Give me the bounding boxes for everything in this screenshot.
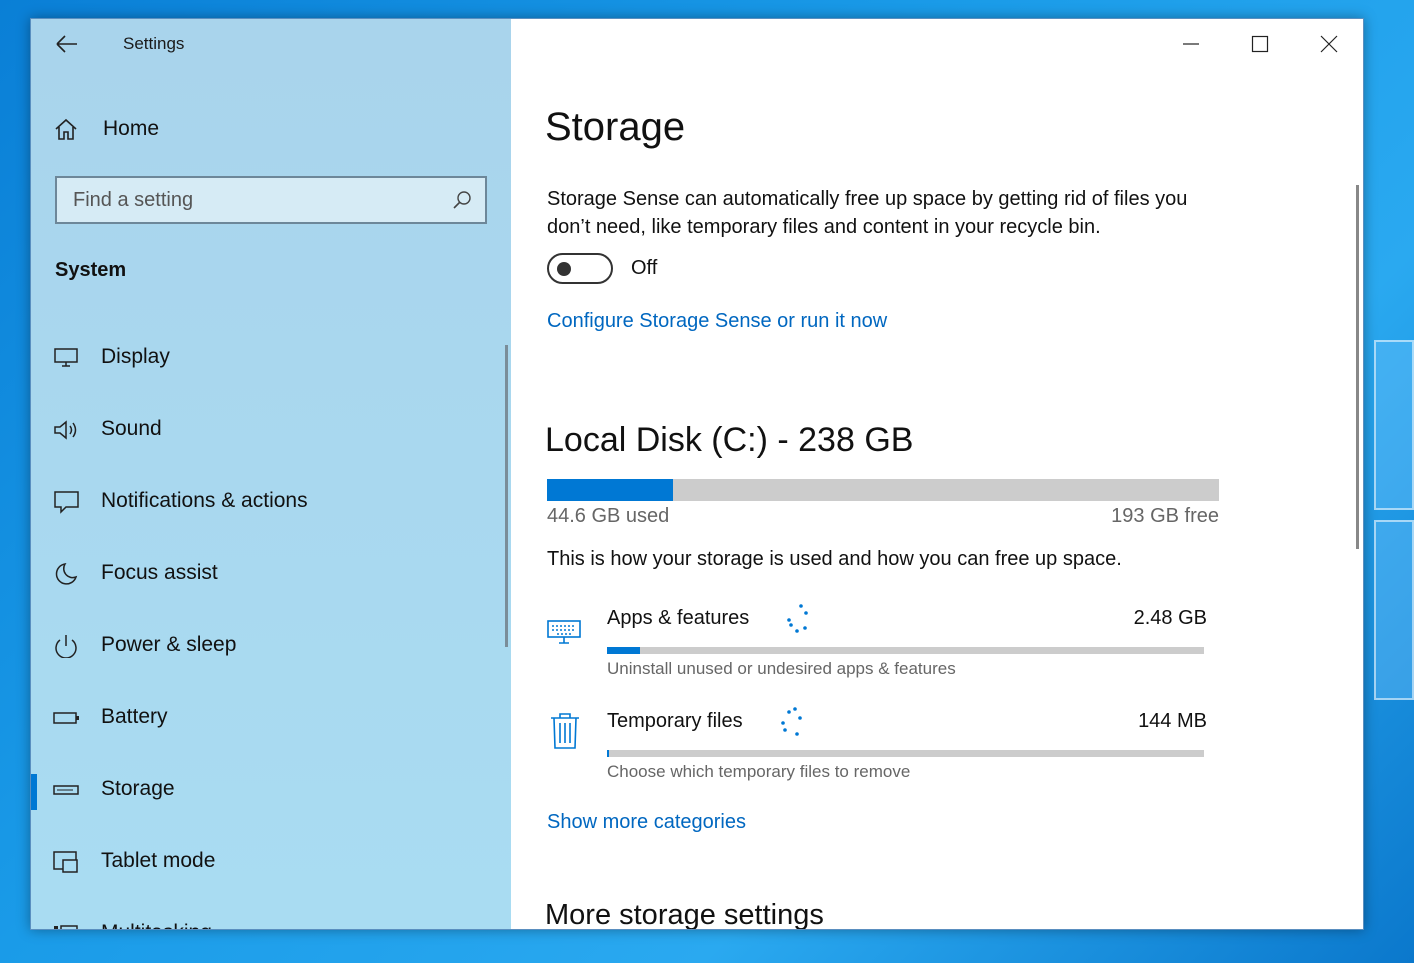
category-apps-features[interactable]: Apps & features 2.48 GB Uninstall unused… (547, 604, 1207, 697)
disk-used-label: 44.6 GB used (547, 505, 670, 527)
battery-icon (53, 712, 79, 724)
category-description: Choose which temporary files to remove (607, 762, 911, 781)
category-name: Apps & features (607, 607, 750, 629)
app-title: Settings (123, 34, 185, 53)
section-heading: System (55, 259, 127, 281)
more-storage-settings-heading: More storage settings (545, 899, 824, 930)
home-label: Home (103, 117, 160, 140)
search-input[interactable] (57, 188, 437, 212)
message-icon (54, 491, 79, 514)
sidebar-item-battery[interactable]: Battery (31, 682, 511, 754)
sidebar-item-label: Sound (101, 417, 162, 440)
power-icon (55, 635, 77, 658)
home-icon (55, 118, 77, 140)
search-box[interactable] (55, 176, 487, 224)
category-usage-bar (607, 750, 1204, 757)
content-scrollbar[interactable] (1356, 185, 1359, 549)
category-description: Uninstall unused or undesired apps & fea… (607, 659, 956, 678)
sidebar-item-label: Storage (101, 777, 175, 800)
sidebar-item-label: Battery (101, 705, 168, 728)
disk-free-label: 193 GB free (1111, 505, 1219, 527)
category-size: 2.48 GB (1133, 607, 1207, 629)
drive-icon (53, 785, 79, 795)
close-icon (1320, 35, 1337, 53)
selection-indicator (31, 774, 37, 810)
storage-sense-description: Storage Sense can automatically free up … (547, 188, 1188, 238)
sidebar-item-label: Notifications & actions (101, 489, 308, 512)
configure-storage-sense-link[interactable]: Configure Storage Sense or run it now (547, 310, 887, 333)
sidebar-scrollbar[interactable] (505, 345, 508, 647)
category-temporary-files[interactable]: Temporary files 144 MB Choose which temp… (547, 707, 1207, 800)
usage-description: This is how your storage is used and how… (547, 548, 1122, 570)
loading-spinner-icon (787, 604, 808, 633)
monitor-icon (54, 348, 78, 367)
sidebar-item-label: Multitasking (101, 921, 212, 929)
sidebar-item-tablet-mode[interactable]: Tablet mode (31, 826, 511, 898)
sidebar-item-power-sleep[interactable]: Power & sleep (31, 610, 511, 682)
maximize-button[interactable] (1225, 19, 1294, 69)
trash-icon (551, 713, 579, 749)
category-size: 144 MB (1138, 710, 1207, 732)
search-icon[interactable] (451, 189, 473, 211)
minimize-icon (1182, 43, 1199, 45)
category-name: Temporary files (607, 710, 743, 732)
storage-sense-toggle[interactable] (547, 253, 613, 284)
sidebar-item-label: Focus assist (101, 561, 218, 584)
settings-window: Settings Home System Display Sound (30, 18, 1364, 930)
minimize-button[interactable] (1156, 19, 1225, 69)
toggle-state-label: Off (631, 257, 658, 279)
category-usage-fill (607, 647, 640, 654)
show-more-categories-link[interactable]: Show more categories (547, 811, 746, 834)
sidebar-item-display[interactable]: Display (31, 322, 511, 394)
caption-buttons (1156, 19, 1363, 69)
home-link[interactable]: Home (53, 111, 159, 147)
close-button[interactable] (1294, 19, 1363, 69)
titlebar-left: Settings (31, 19, 511, 69)
back-button[interactable] (53, 31, 81, 57)
disk-usage-fill (547, 479, 673, 501)
main-content: Storage Storage Sense can automatically … (511, 19, 1363, 929)
sidebar-item-focus-assist[interactable]: Focus assist (31, 538, 511, 610)
page-title: Storage (545, 105, 686, 149)
sidebar-item-notifications[interactable]: Notifications & actions (31, 466, 511, 538)
sidebar-item-label: Tablet mode (101, 849, 216, 872)
sidebar-item-storage[interactable]: Storage (31, 754, 511, 826)
multitasking-icon (54, 925, 78, 929)
category-usage-fill (607, 750, 610, 757)
sidebar: Settings Home System Display Sound (31, 19, 511, 929)
keyboard-icon (547, 620, 581, 644)
maximize-icon (1251, 35, 1268, 53)
moon-icon (55, 563, 78, 585)
disk-title: Local Disk (C:) - 238 GB (545, 421, 914, 459)
sidebar-item-label: Power & sleep (101, 633, 237, 656)
sidebar-item-label: Display (101, 345, 170, 368)
disk-usage-bar (547, 479, 1219, 501)
tablet-icon (53, 851, 78, 873)
speaker-icon (54, 420, 77, 440)
sidebar-item-sound[interactable]: Sound (31, 394, 511, 466)
back-arrow-icon (56, 35, 77, 53)
toggle-knob (557, 262, 571, 276)
category-usage-bar (607, 647, 1204, 654)
sidebar-nav: Display Sound Notifications & actions Fo… (31, 322, 511, 929)
sidebar-item-multitasking[interactable]: Multitasking (31, 898, 511, 929)
loading-spinner-icon (781, 707, 802, 736)
